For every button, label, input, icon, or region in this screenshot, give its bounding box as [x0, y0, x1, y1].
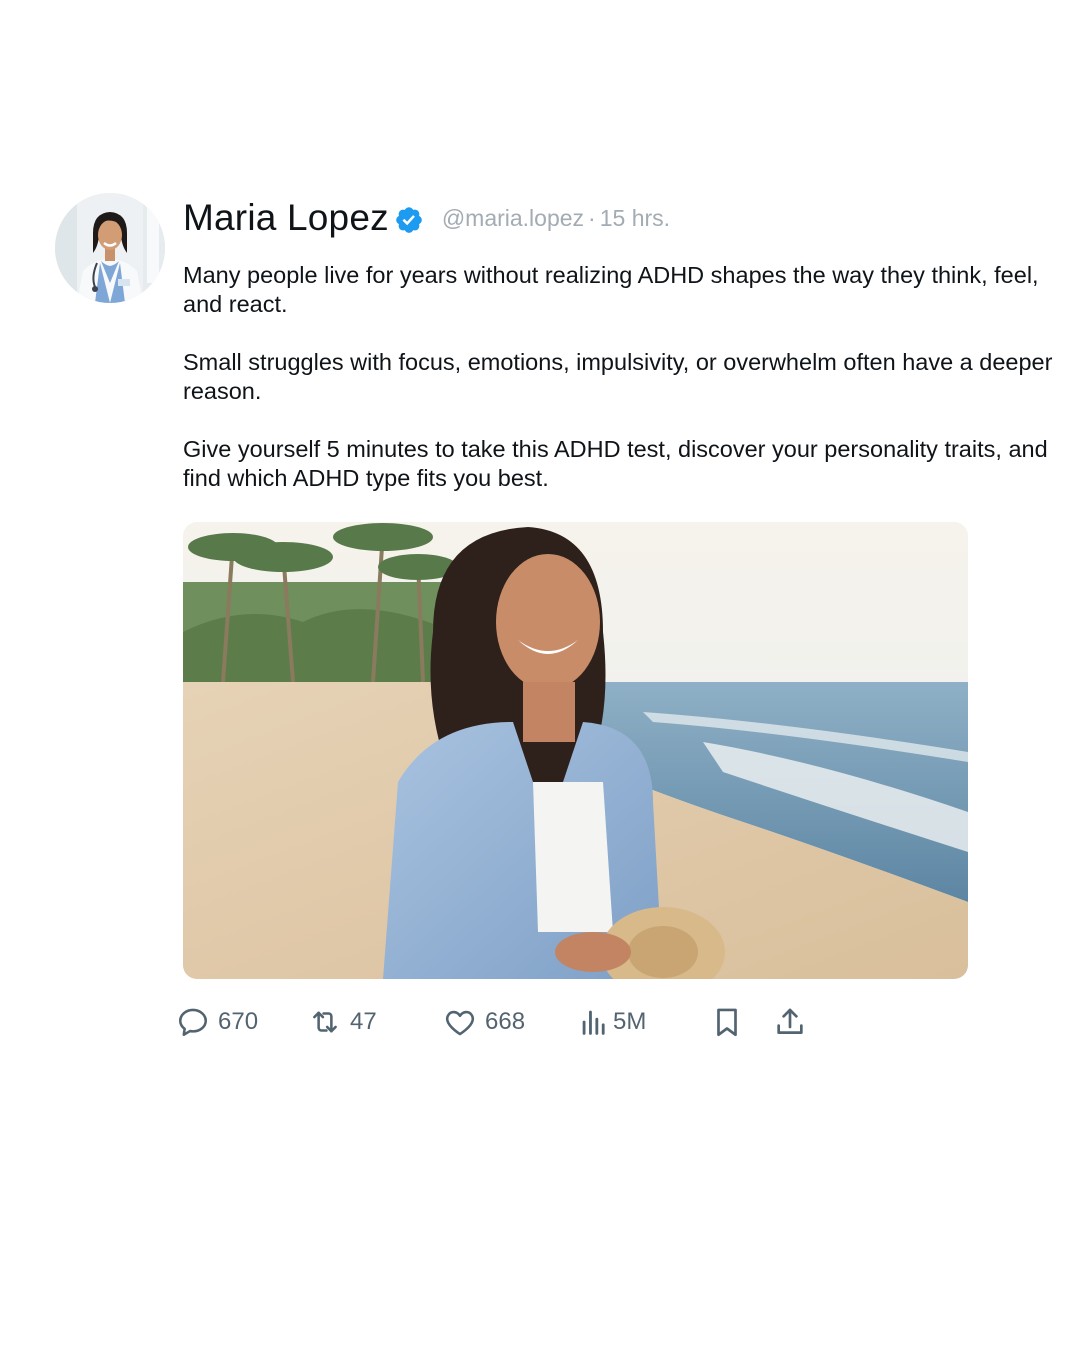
share-button[interactable]: [773, 1000, 807, 1044]
bookmark-button[interactable]: [710, 1000, 744, 1044]
action-bar: 670 47 668 5M: [0, 1000, 1080, 1048]
reply-count: 670: [218, 1008, 259, 1035]
post-paragraph-1: Many people live for years without reali…: [183, 262, 1039, 317]
views-button[interactable]: 5M: [577, 1000, 646, 1044]
share-icon: [777, 1008, 803, 1034]
repost-icon: [313, 1011, 337, 1033]
verified-badge-icon: [396, 206, 422, 233]
post-text: Many people live for years without reali…: [183, 261, 1063, 522]
like-count: 668: [485, 1008, 526, 1035]
post-card: Maria Lopez @maria.lopez · 15 hrs. Many …: [0, 0, 1080, 1350]
author-avatar[interactable]: [55, 193, 165, 303]
author-handle[interactable]: @maria.lopez: [442, 205, 584, 232]
heart-icon: [445, 1010, 475, 1036]
repost-button[interactable]: 47: [308, 1000, 377, 1044]
repost-count: 47: [350, 1008, 377, 1035]
views-icon: [582, 1010, 605, 1035]
post-timestamp[interactable]: 15 hrs.: [600, 205, 670, 232]
views-count: 5M: [613, 1008, 647, 1035]
post-header: Maria Lopez @maria.lopez · 15 hrs.: [183, 196, 670, 240]
post-paragraph-2: Small struggles with focus, emotions, im…: [183, 349, 1053, 404]
bookmark-icon: [717, 1008, 737, 1037]
reply-icon: [178, 1008, 208, 1037]
like-button[interactable]: 668: [443, 1000, 525, 1044]
post-image[interactable]: [183, 522, 968, 979]
author-name[interactable]: Maria Lopez: [183, 197, 389, 239]
reply-button[interactable]: 670: [176, 1000, 258, 1044]
post-paragraph-3: Give yourself 5 minutes to take this ADH…: [183, 436, 1048, 491]
separator-dot: ·: [588, 204, 596, 231]
